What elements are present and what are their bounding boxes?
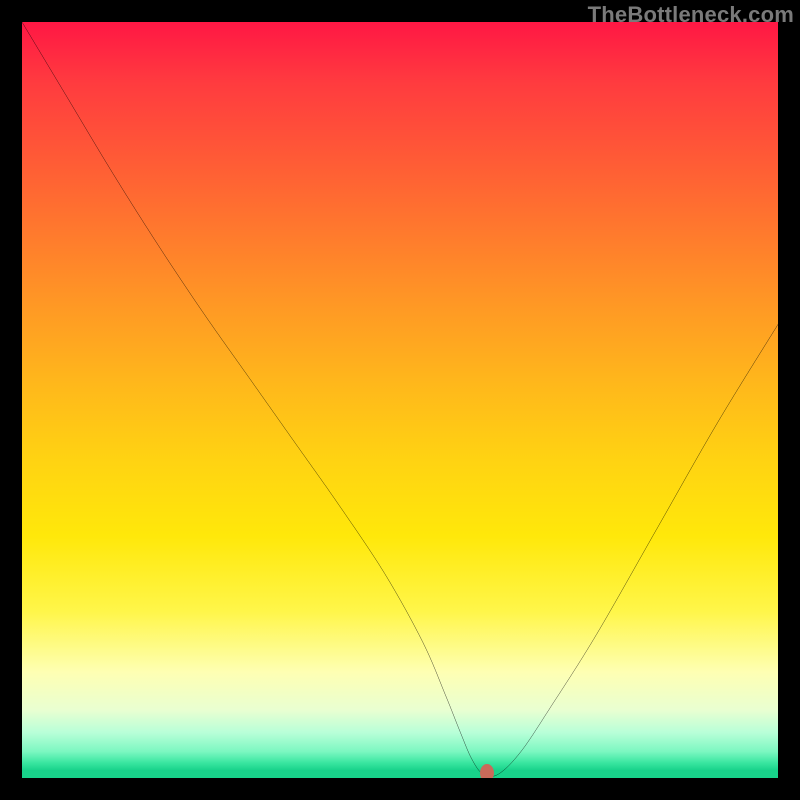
optimal-point-marker xyxy=(480,764,494,778)
bottleneck-curve xyxy=(22,22,778,778)
plot-area xyxy=(22,22,778,778)
chart-frame: TheBottleneck.com xyxy=(0,0,800,800)
